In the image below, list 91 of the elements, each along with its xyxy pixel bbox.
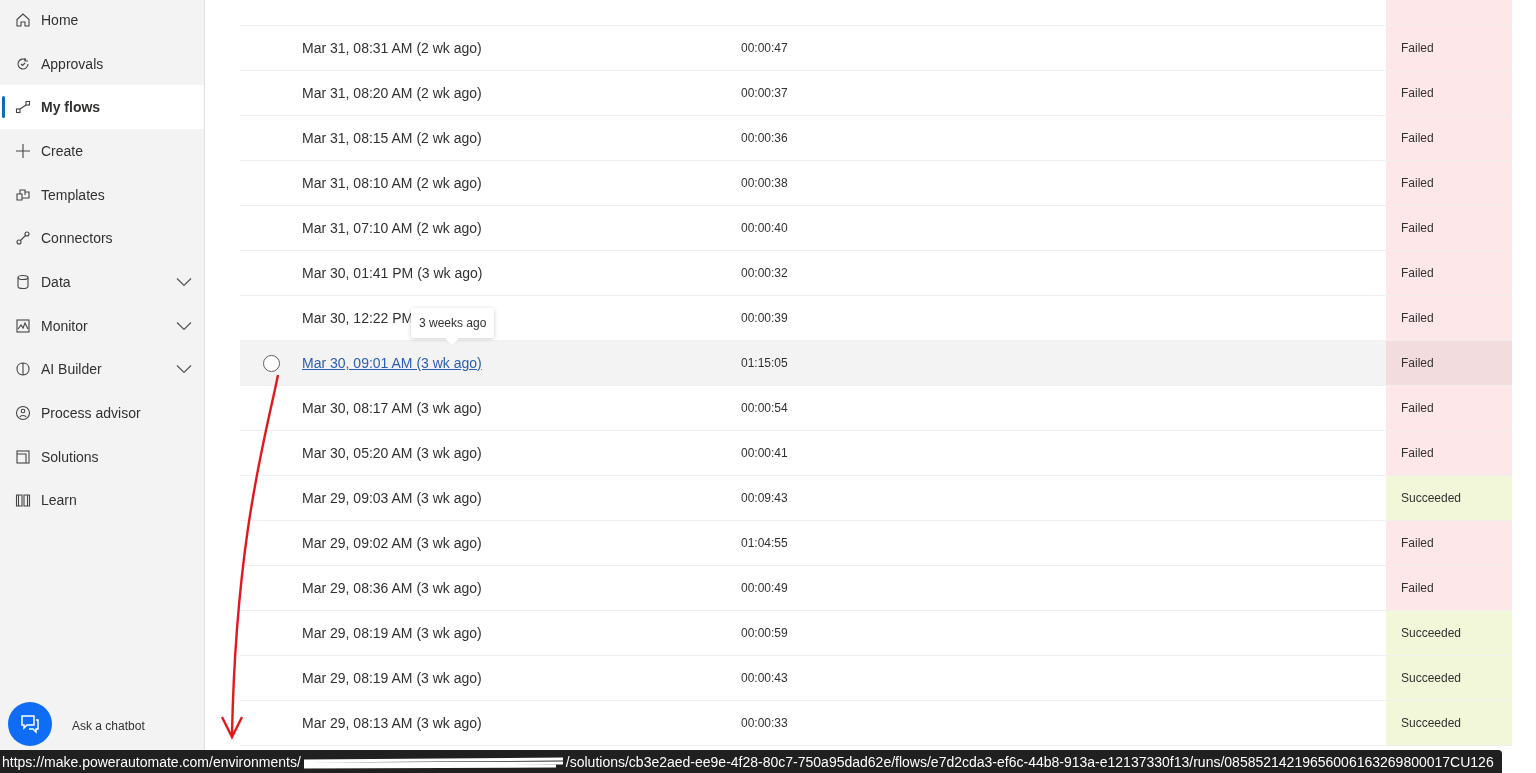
nav-item[interactable]: Home bbox=[0, 0, 204, 42]
run-row[interactable]: Mar 30, 08:17 AM (3 wk ago) 00:00:54 Failed bbox=[240, 386, 1512, 431]
status-cell: Failed bbox=[1386, 521, 1512, 565]
nav-item[interactable]: Process advisor bbox=[0, 391, 204, 435]
duration-cell-text: 00:00:39 bbox=[741, 310, 789, 327]
run-row[interactable]: Mar 30, 09:01 AM (3 wk ago) 01:15:05 Failed bbox=[240, 341, 1512, 386]
run-start-time[interactable]: Mar 29, 08:13 AM (3 wk ago) bbox=[302, 715, 482, 731]
chatbot-label[interactable]: Ask a chatbot bbox=[72, 719, 145, 733]
status-cell: Failed bbox=[1386, 431, 1512, 475]
chat-help-icon bbox=[20, 714, 40, 734]
duration-cell-text: 00:00:54 bbox=[741, 400, 789, 417]
duration-cell-text: 00:00:37 bbox=[741, 85, 789, 102]
nav-item[interactable]: Data bbox=[0, 260, 204, 304]
nav-item[interactable]: AI Builder bbox=[0, 347, 204, 392]
run-start-time[interactable]: Mar 31, 08:20 AM (2 wk ago) bbox=[302, 85, 482, 101]
status-cell: Failed bbox=[1386, 26, 1512, 70]
chevron-icon[interactable] bbox=[176, 276, 192, 287]
status-cell: Failed bbox=[1386, 341, 1512, 385]
flow-icon bbox=[15, 99, 31, 116]
run-row[interactable]: Mar 29, 08:36 AM (3 wk ago) 00:00:49 Failed bbox=[240, 566, 1512, 611]
duration-cell-text: 01:04:55 bbox=[741, 535, 789, 552]
chatbot-button[interactable] bbox=[8, 702, 52, 746]
status-cell: Succeeded bbox=[1386, 476, 1512, 520]
nav-item[interactable]: Monitor bbox=[0, 303, 204, 348]
status-cell: Failed bbox=[1386, 296, 1512, 340]
run-start-time[interactable]: Mar 29, 09:03 AM (3 wk ago) bbox=[302, 490, 482, 506]
duration-cell-text: 00:00:36 bbox=[741, 130, 789, 147]
status-cell: Failed bbox=[1386, 116, 1512, 160]
status-cell: Failed bbox=[1386, 206, 1512, 250]
run-row[interactable]: Mar 31, 07:10 AM (2 wk ago) 00:00:40 Failed bbox=[240, 206, 1512, 251]
status-cell: Failed bbox=[1386, 386, 1512, 430]
run-row[interactable]: Mar 30, 05:20 AM (3 wk ago) 00:00:41 Failed bbox=[240, 431, 1512, 476]
chart-icon bbox=[15, 317, 31, 334]
refresh-check-icon bbox=[15, 55, 31, 72]
run-row[interactable]: Mar 31, 08:31 AM (2 wk ago) 00:00:47 Failed bbox=[240, 26, 1512, 71]
nav-item[interactable]: Connectors bbox=[0, 216, 204, 261]
run-start-time[interactable]: Mar 31, 08:15 AM (2 wk ago) bbox=[302, 130, 482, 146]
duration-cell-text: 00:00:59 bbox=[741, 625, 789, 642]
cylinder-icon bbox=[15, 273, 31, 290]
run-row[interactable]: Mar 29, 09:03 AM (3 wk ago) 00:09:43 Succeeded bbox=[240, 476, 1512, 521]
home-icon bbox=[15, 11, 31, 28]
run-start-time[interactable]: Mar 30, 09:01 AM (3 wk ago) bbox=[302, 355, 482, 371]
status-cell: Succeeded bbox=[1386, 611, 1512, 655]
status-cell: Failed bbox=[1386, 566, 1512, 610]
run-start-time[interactable]: Mar 30, 08:17 AM (3 wk ago) bbox=[302, 400, 482, 416]
run-start-time[interactable]: Mar 29, 08:19 AM (3 wk ago) bbox=[302, 670, 482, 686]
duration-cell-text: 00:00:47 bbox=[741, 40, 789, 57]
chevron-icon[interactable] bbox=[176, 364, 192, 375]
nav-item[interactable]: Templates bbox=[0, 172, 204, 217]
run-start-time[interactable]: Mar 30, 05:20 AM (3 wk ago) bbox=[302, 445, 482, 461]
chevron-icon[interactable] bbox=[176, 320, 192, 331]
run-start-time[interactable]: Mar 29, 08:36 AM (3 wk ago) bbox=[302, 580, 482, 596]
run-row[interactable]: Mar 31, 08:10 AM (2 wk ago) 00:00:38 Failed bbox=[240, 161, 1512, 206]
duration-cell-text: 00:00:43 bbox=[741, 670, 789, 687]
status-cell: Failed bbox=[1386, 251, 1512, 295]
duration-cell-text: 01:15:05 bbox=[741, 355, 789, 372]
radio-button[interactable] bbox=[262, 354, 280, 372]
duration-cell-text: 00:00:49 bbox=[741, 580, 789, 597]
nav-item[interactable]: Approvals bbox=[0, 41, 204, 86]
run-start-time[interactable]: Mar 31, 08:31 AM (2 wk ago) bbox=[302, 40, 482, 56]
nav-item[interactable]: Learn bbox=[0, 478, 204, 523]
run-start-time[interactable]: Mar 29, 09:02 AM (3 wk ago) bbox=[302, 535, 482, 551]
nav-item[interactable]: My flows bbox=[0, 85, 204, 130]
status-bar-url: https://make.powerautomate.com/environments/ /solutions/cb3e2aed-ee9e-4f28-80c7-750a95dad62e/flows/e7d2cda3-ef6c-44b8-913a-e12137330f13/runs/08585214219656006163269800017CU126 bbox=[0, 750, 1502, 773]
nav-item[interactable]: Solutions bbox=[0, 434, 204, 479]
plus-icon bbox=[15, 142, 31, 159]
run-row[interactable]: Mar 29, 08:19 AM (3 wk ago) 00:00:43 Succeeded bbox=[240, 656, 1512, 701]
status-cell: Succeeded bbox=[1386, 701, 1512, 745]
stacked-pages-icon bbox=[15, 186, 31, 203]
run-row[interactable]: Mar 31, 08:20 AM (2 wk ago) 00:00:37 Failed bbox=[240, 71, 1512, 116]
duration-cell-text: 00:00:33 bbox=[741, 715, 789, 732]
run-start-time[interactable]: Mar 31, 08:10 AM (2 wk ago) bbox=[302, 175, 482, 191]
run-start-time[interactable]: Mar 29, 08:19 AM (3 wk ago) bbox=[302, 625, 482, 641]
run-start-time[interactable]: Mar 30, 01:41 PM (3 wk ago) bbox=[302, 265, 483, 281]
duration-cell-text: 00:00:40 bbox=[741, 220, 789, 237]
nav-item[interactable]: Create bbox=[0, 129, 204, 173]
run-start-time[interactable]: Mar 31, 07:10 AM (2 wk ago) bbox=[302, 220, 482, 236]
status-cell: Failed bbox=[1386, 161, 1512, 205]
status-cell: Succeeded bbox=[1386, 656, 1512, 700]
duration-cell-text: 00:09:43 bbox=[741, 490, 789, 507]
run-row[interactable]: Mar 29, 08:19 AM (3 wk ago) 00:00:59 Succeeded bbox=[240, 611, 1512, 656]
duration-cell-text: 00:00:41 bbox=[741, 445, 789, 462]
run-row[interactable]: Mar 29, 08:13 AM (3 wk ago) 00:00:33 Succeeded bbox=[240, 701, 1512, 746]
run-row[interactable]: Mar 30, 01:41 PM (3 wk ago) 00:00:32 Failed bbox=[240, 251, 1512, 296]
duration-cell-text: 00:00:38 bbox=[741, 175, 789, 192]
duration-cell-text: 00:00:32 bbox=[741, 265, 789, 282]
person-circle-icon bbox=[15, 405, 31, 422]
tooltip: 3 weeks ago bbox=[411, 308, 495, 344]
run-row[interactable]: Mar 31, 08:15 AM (2 wk ago) 00:00:36 Failed bbox=[240, 116, 1512, 161]
status-cell: Failed bbox=[1386, 71, 1512, 115]
run-row[interactable]: Mar 29, 09:02 AM (3 wk ago) 01:04:55 Failed bbox=[240, 521, 1512, 566]
